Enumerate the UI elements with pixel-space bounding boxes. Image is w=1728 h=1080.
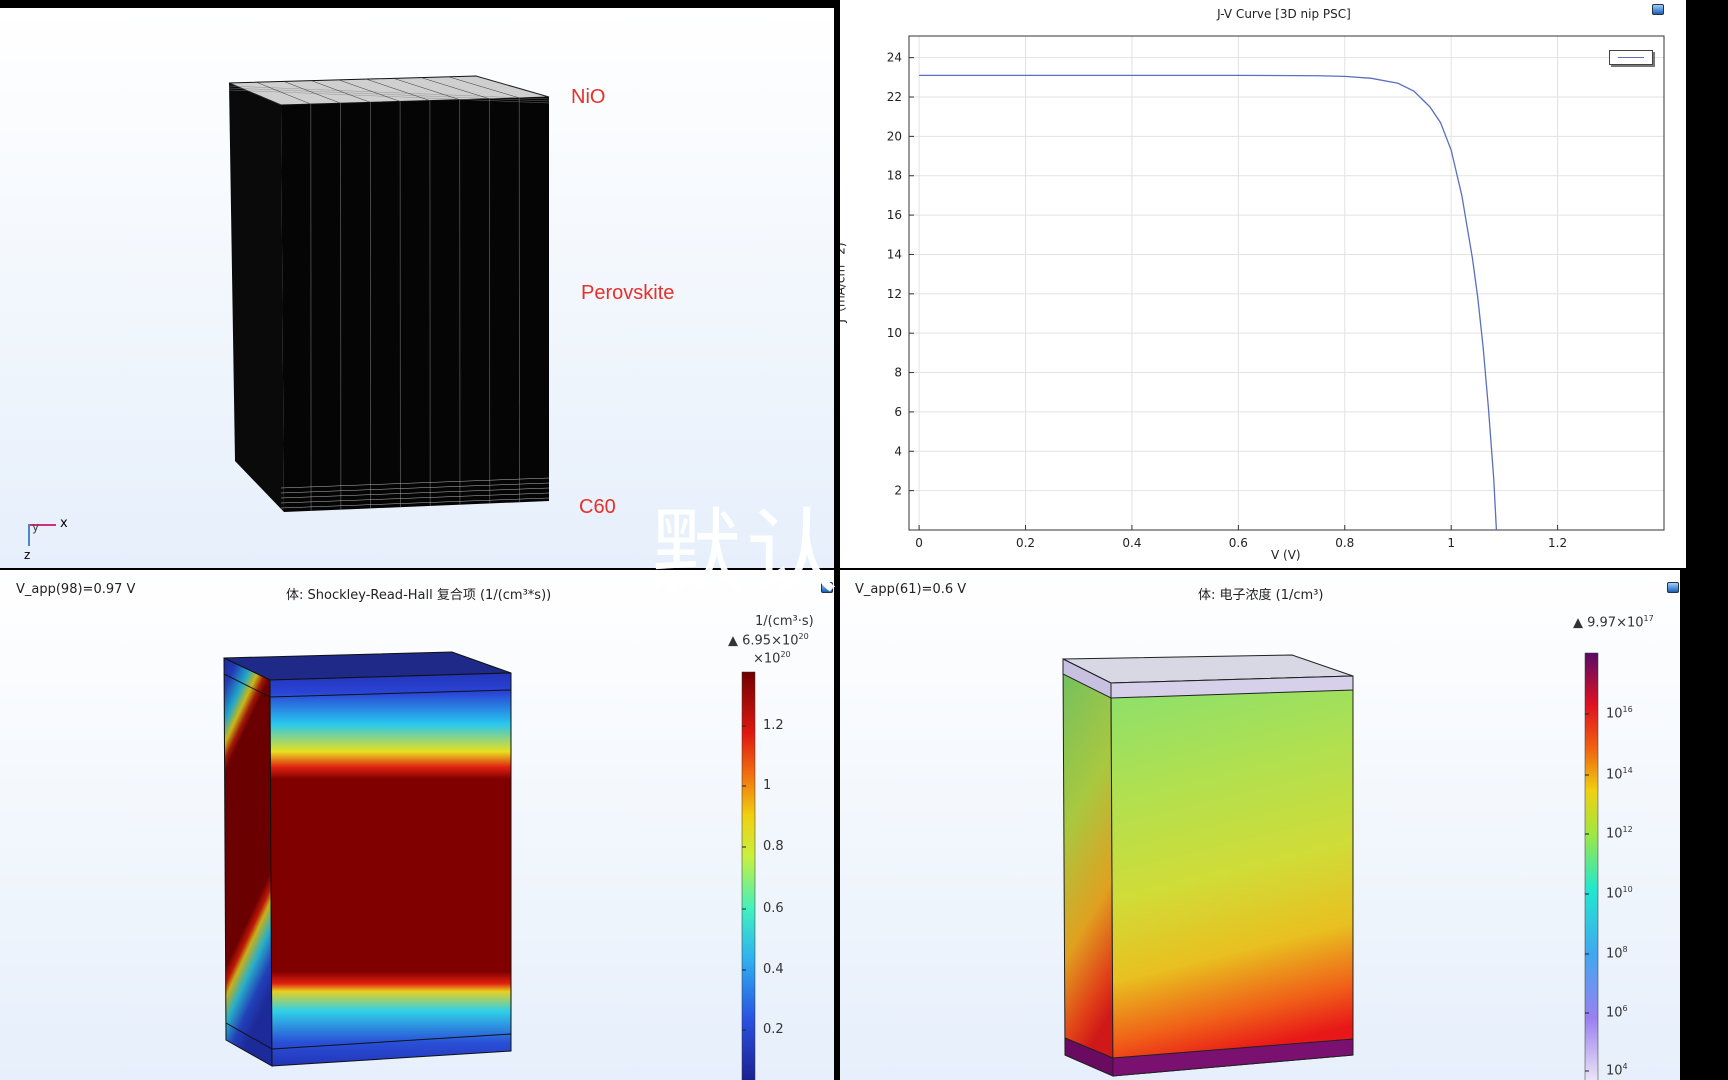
- colorbar-max: ▲ 6.95×1020: [728, 632, 809, 649]
- srh-box-plot: [223, 651, 756, 1080]
- x-axis-label: V (V): [1271, 548, 1301, 562]
- jv-chart: 0 0.2 0.4 0.6 0.8 1 1.224681012141618202224: [887, 35, 1665, 550]
- jv-chart-panel[interactable]: J-V Curve [3D nip PSC] 0 0.2 0.4 0.6 0.8 1 1.2…: [840, 0, 1686, 568]
- x-tick-label: 0.8: [1335, 536, 1354, 550]
- x-tick-label: 0: [915, 536, 923, 550]
- layer-label-nio: NiO: [571, 86, 606, 108]
- colorbar-tick: 0.8: [763, 839, 784, 854]
- y-tick-label: 22: [887, 90, 902, 104]
- colorbar-tick: 1: [763, 778, 772, 793]
- box-side-face: [223, 657, 273, 1067]
- colorbar-scale: ×1020: [753, 650, 791, 667]
- legend-box: [1609, 50, 1653, 65]
- x-tick-label: 0.4: [1122, 536, 1141, 550]
- layer-label-perovskite: Perovskite: [581, 282, 675, 304]
- box-front-face: [1110, 675, 1354, 1077]
- y-tick-label: 10: [887, 326, 902, 340]
- colorbar-tick: 0.2: [763, 1022, 784, 1037]
- colorbar-tick: 108: [1606, 945, 1628, 962]
- colorbar-tick: 1.2: [763, 718, 784, 733]
- y-tick-label: 8: [894, 366, 902, 380]
- y-tick-label: 20: [887, 129, 902, 143]
- box-front-face: [269, 672, 512, 1067]
- y-tick-label: 4: [894, 444, 902, 458]
- electron-box-plot: [1062, 652, 1599, 1080]
- y-axis-label: J（mA/cm^2): [840, 242, 848, 323]
- srh-panel[interactable]: V_app(98)=0.97 V 体: Shockley-Read-Hall 复…: [0, 570, 834, 1080]
- y-tick-label: 2: [894, 484, 902, 498]
- colorbar-tick: 1014: [1606, 766, 1633, 783]
- y-tick-label: 14: [887, 247, 902, 261]
- colorbar-tick: 104: [1606, 1062, 1628, 1079]
- mesh-front-face: [281, 97, 549, 512]
- x-tick-label: 0.6: [1229, 536, 1248, 550]
- colorbar: [741, 671, 756, 1080]
- colorbar-tick: 0.6: [763, 901, 784, 916]
- electron-density-panel[interactable]: V_app(61)=0.6 V 体: 电子浓度 (1/cm³) ▲ 9.97×1…: [840, 570, 1680, 1080]
- y-tick-label: 16: [887, 208, 902, 222]
- legend-line-swatch: [1618, 57, 1644, 58]
- colorbar-unit: 1/(cm³·s): [755, 614, 814, 629]
- watermark: 默认: [650, 499, 843, 606]
- colorbar-tick: 1016: [1606, 705, 1633, 722]
- x-tick-label: 1.2: [1548, 536, 1567, 550]
- layer-label-c60: C60: [579, 496, 616, 518]
- colorbar-tick: 1012: [1606, 825, 1633, 842]
- colorbar-tick: 1010: [1606, 885, 1633, 902]
- y-tick-label: 18: [887, 169, 902, 183]
- colorbar-max: ▲ 9.97×1017: [1573, 614, 1654, 631]
- box-side-face: [1062, 658, 1114, 1077]
- colorbar-tick: 0.4: [763, 962, 784, 977]
- x-tick-label: 0.2: [1016, 536, 1035, 550]
- y-tick-label: 24: [887, 51, 902, 65]
- plot-frame: [908, 35, 1665, 531]
- y-tick-label: 12: [887, 287, 902, 301]
- colorbar-tick: 106: [1606, 1004, 1628, 1021]
- axis-triad-icon: x y z: [24, 516, 68, 562]
- y-tick-label: 6: [894, 405, 902, 419]
- mesh-side-face: [229, 83, 284, 512]
- jv-curve-line: [919, 74, 1498, 531]
- colorbar: [1584, 652, 1599, 1080]
- x-tick-label: 1: [1447, 536, 1455, 550]
